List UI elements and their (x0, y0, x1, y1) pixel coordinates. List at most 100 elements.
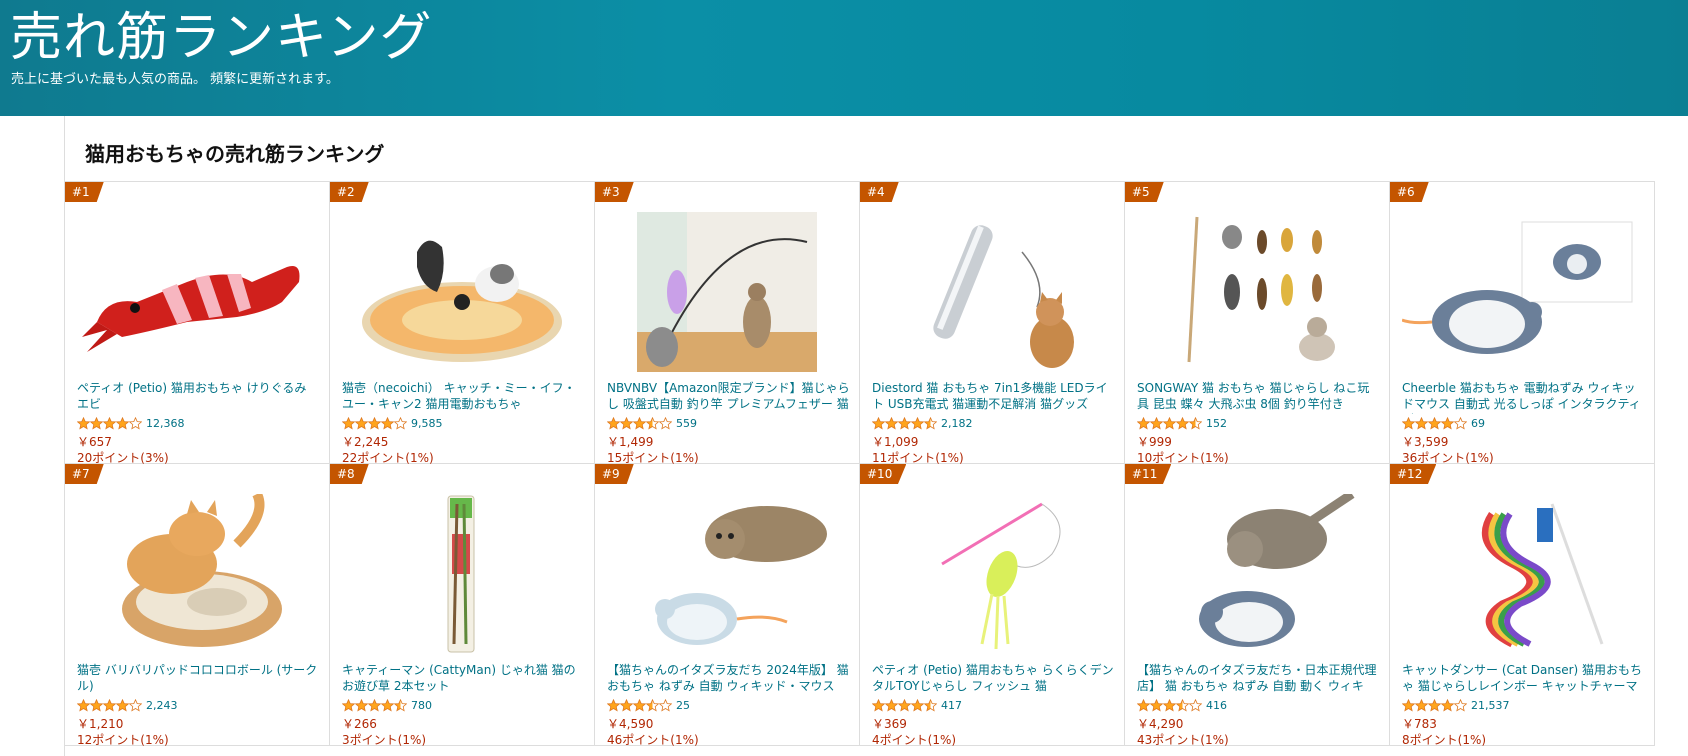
product-title-link[interactable]: 猫壱（necoichi） キャッチ・ミー・イフ・ユー・キャン2 猫用電動おもちゃ (342, 380, 586, 414)
product-title-link[interactable]: ペティオ (Petio) 猫用おもちゃ らくらくデンタルTOYじゃらし フィッシ… (872, 662, 1116, 696)
review-count-link[interactable]: 9,585 (411, 417, 443, 430)
star-icon (1176, 698, 1189, 712)
star-icon (872, 698, 885, 712)
star-rating (607, 698, 672, 712)
star-rating (342, 698, 407, 712)
section-title: 猫用おもちゃの売れ筋ランキング (85, 142, 385, 166)
product-card[interactable]: #3 NBVNBV【Amazon限定ブランド】猫じゃらし 吸盤式自動 釣り竿 プ… (595, 182, 860, 465)
product-card[interactable]: #4 Diestord 猫 おもちゃ 7in1多機能 LEDライト USB充電式… (860, 182, 1125, 465)
rank-badge: #8 (330, 464, 369, 484)
star-icon (381, 698, 394, 712)
star-rating (77, 416, 142, 430)
star-icon (129, 416, 142, 430)
product-points: 43ポイント(1%) (1137, 733, 1229, 747)
star-icon (885, 416, 898, 430)
product-rating[interactable]: 2,182 (872, 416, 973, 430)
product-rating[interactable]: 21,537 (1402, 698, 1510, 712)
product-price: ￥999 (1137, 435, 1172, 449)
star-icon (1415, 698, 1428, 712)
product-grid: #1 ペティオ (Petio) 猫用おもちゃ けりぐるみ エビ 12,368 ￥65… (65, 181, 1655, 747)
star-icon (607, 698, 620, 712)
star-icon (924, 416, 937, 430)
product-card[interactable]: #10 ペティオ (Petio) 猫用おもちゃ らくらくデンタルTOYじゃらし … (860, 464, 1125, 747)
review-count-link[interactable]: 25 (676, 699, 690, 712)
product-card[interactable]: #7 猫壱 バリバリパッドコロコロボール (サークル) 2,243 ￥1,210 12… (65, 464, 330, 747)
product-rating[interactable]: 152 (1137, 416, 1227, 430)
star-icon (394, 416, 407, 430)
product-points: 4ポイント(1%) (872, 733, 957, 747)
product-title-link[interactable]: キャティーマン (CattyMan) じゃれ猫 猫のお遊び草 2本セット (342, 662, 586, 696)
review-count-link[interactable]: 21,537 (1471, 699, 1510, 712)
star-icon (1402, 698, 1415, 712)
product-card[interactable]: #2 猫壱（necoichi） キャッチ・ミー・イフ・ユー・キャン2 猫用電動お… (330, 182, 595, 465)
product-title-link[interactable]: SONGWAY 猫 おもちゃ 猫じゃらし ねこ玩具 昆虫 蝶々 大飛ぶ虫 8個 … (1137, 380, 1381, 414)
star-icon (129, 698, 142, 712)
product-price: ￥3,599 (1402, 435, 1449, 449)
product-rating[interactable]: 9,585 (342, 416, 443, 430)
review-count-link[interactable]: 2,243 (146, 699, 178, 712)
product-rating[interactable]: 780 (342, 698, 432, 712)
star-icon (898, 416, 911, 430)
star-icon (1441, 698, 1454, 712)
review-count-link[interactable]: 69 (1471, 417, 1485, 430)
product-rating[interactable]: 25 (607, 698, 690, 712)
feather-set-icon[interactable] (1137, 212, 1377, 372)
product-rating[interactable]: 417 (872, 698, 962, 712)
review-count-link[interactable]: 416 (1206, 699, 1227, 712)
review-count-link[interactable]: 12,368 (146, 417, 185, 430)
product-title-link[interactable]: Cheerble 猫おもちゃ 電動ねずみ ウィキッドマウス 自動式 光るしっぽ … (1402, 380, 1646, 414)
star-icon (1454, 698, 1467, 712)
product-rating[interactable]: 12,368 (77, 416, 185, 430)
product-title-link[interactable]: キャットダンサー (Cat Danser) 猫用おもちゃ 猫じゃらしレインボー … (1402, 662, 1646, 696)
product-card[interactable]: #11 【猫ちゃんのイタズラ友だち・日本正規代理店】 猫 おもちゃ ねずみ 自動… (1125, 464, 1390, 747)
grass-pack-icon[interactable] (342, 494, 582, 654)
robot-mouse-icon[interactable] (1402, 212, 1642, 372)
product-card[interactable]: #5 SONGWAY 猫 おもちゃ 猫じゃらし ねこ玩具 昆虫 蝶々 大飛ぶ虫 … (1125, 182, 1390, 465)
rainbow-ribbon-icon[interactable] (1402, 494, 1642, 654)
star-icon (1150, 416, 1163, 430)
scratch-circle-icon[interactable] (77, 494, 317, 654)
star-icon (872, 416, 885, 430)
mouse-cat-jump-icon[interactable] (1137, 494, 1377, 654)
review-count-link[interactable]: 152 (1206, 417, 1227, 430)
star-icon (394, 698, 407, 712)
ranking-section: 猫用おもちゃの売れ筋ランキング #1 ペティオ (Petio) 猫用おもちゃ け… (64, 116, 1655, 756)
fish-wand-icon[interactable] (872, 494, 1112, 654)
star-icon (1137, 698, 1150, 712)
product-title-link[interactable]: 猫壱 バリバリパッドコロコロボール (サークル) (77, 662, 321, 696)
review-count-link[interactable]: 2,182 (941, 417, 973, 430)
product-card[interactable]: #6 Cheerble 猫おもちゃ 電動ねずみ ウィキッドマウス 自動式 光るし… (1390, 182, 1655, 465)
star-icon (885, 698, 898, 712)
star-rating (1137, 698, 1202, 712)
product-rating[interactable]: 416 (1137, 698, 1227, 712)
led-pointer-icon[interactable] (872, 212, 1112, 372)
shrimp-plush-icon[interactable] (77, 212, 317, 372)
star-icon (368, 416, 381, 430)
review-count-link[interactable]: 559 (676, 417, 697, 430)
mouse-cat-icon[interactable] (607, 494, 847, 654)
product-title-link[interactable]: Diestord 猫 おもちゃ 7in1多機能 LEDライト USB充電式 猫運… (872, 380, 1116, 414)
product-price: ￥266 (342, 717, 377, 731)
product-card[interactable]: #8 キャティーマン (CattyMan) じゃれ猫 猫のお遊び草 2本セット 7… (330, 464, 595, 747)
review-count-link[interactable]: 780 (411, 699, 432, 712)
product-title-link[interactable]: ペティオ (Petio) 猫用おもちゃ けりぐるみ エビ (77, 380, 321, 414)
product-card[interactable]: #12 キャットダンサー (Cat Danser) 猫用おもちゃ 猫じゃらしレイ… (1390, 464, 1655, 747)
cat-mat-toy-icon[interactable] (342, 212, 582, 372)
product-title-link[interactable]: 【猫ちゃんのイタズラ友だち・日本正規代理店】 猫 おもちゃ ねずみ 自動 動く … (1137, 662, 1381, 696)
product-points: 12ポイント(1%) (77, 733, 169, 747)
product-price: ￥4,290 (1137, 717, 1184, 731)
product-title-link[interactable]: NBVNBV【Amazon限定ブランド】猫じゃらし 吸盤式自動 釣り竿 プレミア… (607, 380, 851, 414)
product-rating[interactable]: 2,243 (77, 698, 178, 712)
star-icon (1428, 416, 1441, 430)
product-rating[interactable]: 559 (607, 416, 697, 430)
rank-badge: #5 (1125, 182, 1164, 202)
review-count-link[interactable]: 417 (941, 699, 962, 712)
star-icon (116, 698, 129, 712)
star-icon (103, 416, 116, 430)
rank-badge: #6 (1390, 182, 1429, 202)
product-card[interactable]: #9 【猫ちゃんのイタズラ友だち 2024年版】 猫 おもちゃ ねずみ 自動 ウ… (595, 464, 860, 747)
product-card[interactable]: #1 ペティオ (Petio) 猫用おもちゃ けりぐるみ エビ 12,368 ￥65… (65, 182, 330, 465)
cat-wand-photo-icon[interactable] (607, 212, 847, 372)
product-rating[interactable]: 69 (1402, 416, 1485, 430)
product-title-link[interactable]: 【猫ちゃんのイタズラ友だち 2024年版】 猫 おもちゃ ねずみ 自動 ウィキッ… (607, 662, 851, 696)
